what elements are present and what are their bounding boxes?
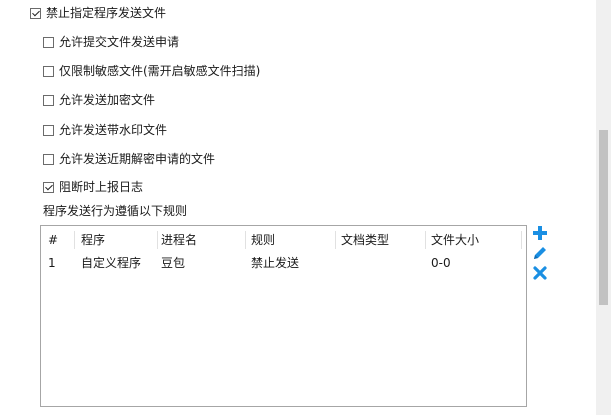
- edit-rule-button[interactable]: [532, 245, 548, 261]
- table-cell: [341, 252, 427, 274]
- table-cell: 1: [48, 256, 56, 270]
- column-header[interactable]: 规则: [251, 229, 337, 251]
- option-label: 允许发送近期解密申请的文件: [59, 152, 216, 166]
- column-header[interactable]: 文档类型: [341, 229, 427, 251]
- checkbox[interactable]: [43, 181, 54, 193]
- table-cell: 禁止发送: [251, 256, 300, 270]
- option-report-log-on-block[interactable]: 阻断时上报日志: [43, 178, 143, 196]
- option-label: 允许提交文件发送申请: [59, 35, 180, 49]
- delete-rule-button[interactable]: [532, 265, 548, 281]
- checkbox[interactable]: [43, 124, 54, 136]
- add-rule-button[interactable]: [532, 225, 548, 241]
- vertical-scrollbar[interactable]: [596, 0, 611, 415]
- rules-section-label: 程序发送行为遵循以下规则: [43, 204, 188, 218]
- send-control-panel: 禁止指定程序发送文件 允许提交文件发送申请 仅限制敏感文件(需开启敏感文件扫描)…: [0, 0, 596, 415]
- plus-icon: [533, 226, 547, 240]
- column-divider[interactable]: [425, 231, 426, 249]
- table-row[interactable]: 1 自定义程序 豆包 禁止发送 0-0: [41, 252, 526, 274]
- option-label: 允许发送带水印文件: [59, 123, 168, 137]
- pencil-icon: [534, 247, 546, 259]
- column-header[interactable]: #: [48, 229, 76, 251]
- table-cell: 自定义程序: [81, 256, 142, 270]
- column-divider[interactable]: [157, 231, 158, 249]
- checkbox[interactable]: [43, 94, 54, 106]
- option-allow-recent-decrypt[interactable]: 允许发送近期解密申请的文件: [43, 150, 215, 168]
- table-header: # 程序 进程名 规则 文档类型 文件大小: [41, 229, 526, 251]
- table-cell: 0-0: [431, 256, 451, 270]
- column-divider[interactable]: [335, 231, 336, 249]
- checkbox[interactable]: [43, 36, 54, 48]
- option-block-specified-programs[interactable]: 禁止指定程序发送文件: [30, 4, 166, 22]
- column-divider[interactable]: [245, 231, 246, 249]
- option-label: 允许发送加密文件: [59, 93, 156, 107]
- column-header[interactable]: 程序: [81, 229, 157, 251]
- option-allow-encrypted[interactable]: 允许发送加密文件: [43, 91, 155, 109]
- option-label: 禁止指定程序发送文件: [46, 6, 167, 20]
- option-label: 阻断时上报日志: [59, 180, 144, 194]
- column-header[interactable]: 文件大小: [431, 229, 517, 251]
- rules-table[interactable]: # 程序 进程名 规则 文档类型 文件大小 1 自定义程序 豆包 禁止发送 0-…: [40, 225, 527, 407]
- checkbox[interactable]: [43, 153, 54, 165]
- option-allow-submit-request[interactable]: 允许提交文件发送申请: [43, 33, 179, 51]
- option-label: 仅限制敏感文件(需开启敏感文件扫描): [59, 64, 261, 78]
- checkbox[interactable]: [30, 7, 41, 19]
- column-header[interactable]: 进程名: [161, 229, 247, 251]
- x-icon: [533, 266, 547, 280]
- checkbox[interactable]: [43, 65, 54, 77]
- column-divider[interactable]: [521, 231, 522, 249]
- table-cell: 豆包: [161, 256, 186, 270]
- scrollbar-thumb[interactable]: [599, 130, 608, 305]
- column-divider[interactable]: [74, 231, 75, 249]
- option-allow-watermark[interactable]: 允许发送带水印文件: [43, 121, 167, 139]
- option-sensitive-only[interactable]: 仅限制敏感文件(需开启敏感文件扫描): [43, 62, 260, 80]
